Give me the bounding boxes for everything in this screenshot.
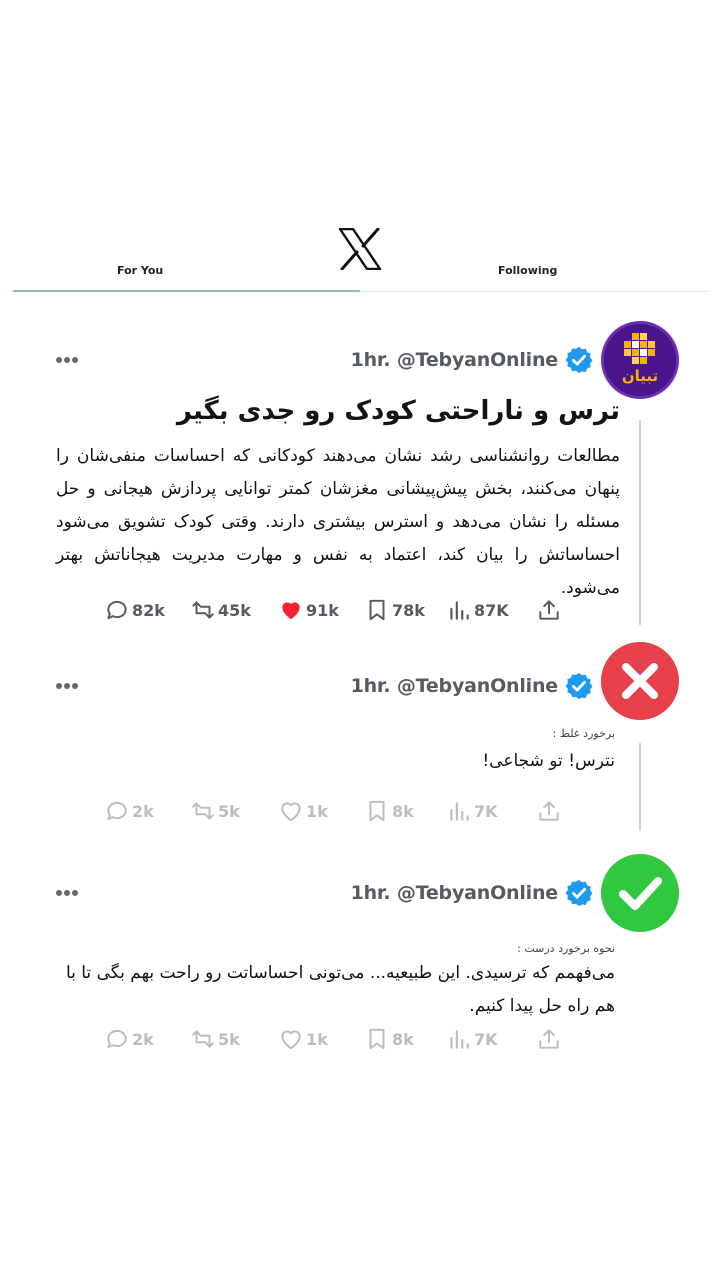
avatar[interactable]: تبیان	[601, 321, 679, 399]
reply-button[interactable]: 2k	[104, 797, 154, 825]
share-icon	[539, 801, 559, 821]
tweet-actions: 2k 5k 1k 8k 7K	[104, 1025, 574, 1053]
avatar-logo-text: تبیان	[621, 367, 659, 385]
cross-icon	[622, 663, 658, 699]
like-button[interactable]: 1k	[278, 797, 328, 825]
tab-for-you[interactable]: For You	[117, 264, 163, 277]
bookmark-count: 78k	[392, 600, 425, 620]
retweet-icon	[192, 802, 214, 820]
bookmark-icon	[369, 1028, 385, 1050]
bookmark-button[interactable]: 8k	[364, 1025, 414, 1053]
more-options-icon[interactable]	[56, 683, 78, 689]
tweet-handle[interactable]: 1hr. @TebyanOnline	[351, 675, 559, 697]
tebyan-logo-icon	[624, 333, 655, 364]
checkmark-icon	[619, 877, 662, 910]
verified-badge-icon	[565, 879, 593, 907]
reply-count: 2k	[132, 801, 154, 821]
views-chart-icon	[450, 601, 469, 620]
active-tab-indicator	[13, 290, 360, 292]
tweet-actions: 82k 45k 91k 78k 87K	[104, 596, 574, 624]
tweet-handle[interactable]: 1hr. @TebyanOnline	[351, 349, 559, 371]
reply-button[interactable]: 82k	[104, 596, 165, 624]
like-button[interactable]: 1k	[278, 1025, 328, 1053]
tweet-handle[interactable]: 1hr. @TebyanOnline	[351, 882, 559, 904]
tweet-text: می‌فهمم که ترسیدی. این طبیعیه... می‌تونی…	[65, 963, 615, 1016]
bookmark-count: 8k	[392, 1029, 414, 1049]
reply-icon	[107, 801, 127, 821]
views-count: 7K	[474, 1029, 498, 1049]
tab-following[interactable]: Following	[498, 264, 557, 277]
wrong-avatar	[601, 642, 679, 720]
bookmark-button[interactable]: 78k	[364, 596, 425, 624]
retweet-button[interactable]: 5k	[190, 1025, 240, 1053]
reply-count: 2k	[132, 1029, 154, 1049]
views-count: 87K	[474, 600, 509, 620]
like-count: 91k	[306, 600, 339, 620]
share-button[interactable]	[536, 596, 562, 624]
tweet-actions: 2k 5k 1k 8k 7K	[104, 797, 574, 825]
views-count: 7K	[474, 801, 498, 821]
right-avatar	[601, 854, 679, 932]
bookmark-icon	[369, 599, 385, 621]
x-logo-icon	[338, 228, 382, 270]
right-caption: نحوه برخورد درست :	[517, 942, 615, 955]
thread-line	[639, 420, 641, 625]
like-count: 1k	[306, 1029, 328, 1049]
more-options-icon[interactable]	[56, 890, 78, 896]
heart-icon	[281, 802, 301, 822]
views-button[interactable]: 7K	[446, 1025, 498, 1053]
retweet-count: 5k	[218, 1029, 240, 1049]
heart-filled-icon	[282, 602, 300, 620]
retweet-button[interactable]: 5k	[190, 797, 240, 825]
views-button[interactable]: 7K	[446, 797, 498, 825]
like-button[interactable]: 91k	[278, 596, 339, 624]
bookmark-icon	[369, 800, 385, 822]
tweet-text: مطالعات روانشناسی رشد نشان می‌دهند کودکا…	[56, 446, 620, 598]
reply-count: 82k	[132, 600, 165, 620]
reply-button[interactable]: 2k	[104, 1025, 154, 1053]
retweet-count: 5k	[218, 801, 240, 821]
like-count: 1k	[306, 801, 328, 821]
tweet-header: 1hr. @TebyanOnline	[351, 671, 594, 701]
retweet-icon	[192, 1030, 214, 1048]
tweet-header: 1hr. @TebyanOnline	[351, 878, 594, 908]
wrong-caption: برخورد غلط :	[552, 727, 615, 740]
reply-icon	[107, 600, 127, 620]
verified-badge-icon	[565, 672, 593, 700]
thread-line	[639, 743, 641, 831]
bookmark-button[interactable]: 8k	[364, 797, 414, 825]
views-button[interactable]: 87K	[446, 596, 509, 624]
views-chart-icon	[450, 1030, 469, 1049]
reply-icon	[107, 1029, 127, 1049]
verified-badge-icon	[565, 346, 593, 374]
tweet-header: 1hr. @TebyanOnline	[351, 345, 594, 375]
more-options-icon[interactable]	[56, 357, 78, 363]
share-button[interactable]	[536, 797, 562, 825]
tweet-text: نترس! تو شجاعی!	[482, 751, 615, 771]
retweet-icon	[192, 601, 214, 619]
retweet-button[interactable]: 45k	[190, 596, 251, 624]
share-icon	[539, 600, 559, 620]
views-chart-icon	[450, 802, 469, 821]
retweet-count: 45k	[218, 600, 251, 620]
tweet-title: ترس و ناراحتی کودک رو جدی بگیر	[176, 396, 620, 426]
share-button[interactable]	[536, 1025, 562, 1053]
share-icon	[539, 1029, 559, 1049]
heart-icon	[281, 1030, 301, 1050]
bookmark-count: 8k	[392, 801, 414, 821]
